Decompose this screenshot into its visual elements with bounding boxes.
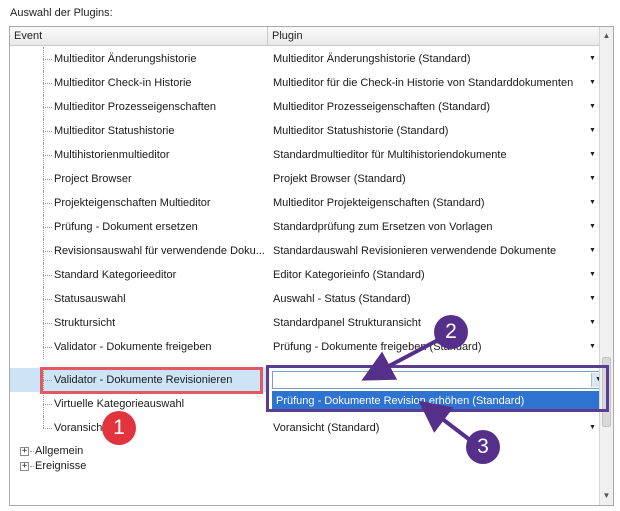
arrow-to-option xyxy=(418,400,472,442)
annotation-arrows xyxy=(361,338,472,442)
step-badge-1: 1 xyxy=(102,411,136,445)
step-badge-2: 2 xyxy=(434,315,468,349)
arrow-to-combobox xyxy=(361,338,439,381)
step-badge-3: 3 xyxy=(466,430,500,464)
